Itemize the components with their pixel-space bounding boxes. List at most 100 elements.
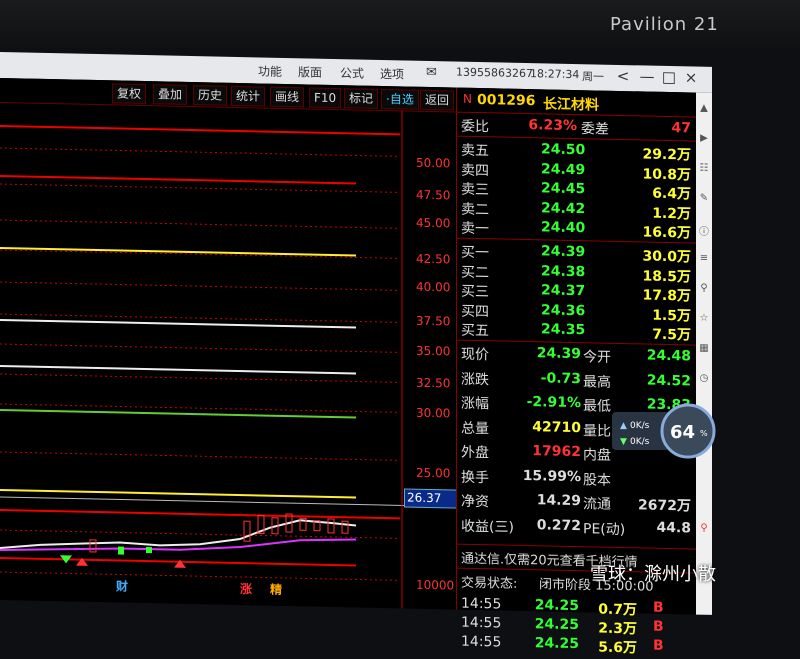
tick-row: 14:55 24.25 5.6万 B (457, 634, 697, 658)
stat-value: 24.39 (536, 345, 581, 363)
arrow-up-icon[interactable]: ▲ (698, 103, 710, 114)
button-draw-line[interactable]: 画线 (270, 86, 305, 108)
tick-side: B (653, 637, 664, 654)
weibi-value: 6.23% (528, 117, 577, 135)
stat-label: 涨幅 (461, 395, 489, 413)
list-icon[interactable]: ≡ (698, 253, 710, 264)
stat-value: 42710 (532, 418, 581, 436)
menu-layout[interactable]: 版面 (298, 63, 322, 81)
star-icon[interactable]: ☆ (698, 313, 710, 324)
stat-value-2: 44.8 (656, 519, 691, 536)
order-price: 24.40 (541, 219, 586, 237)
order-volume: 30.0万 (642, 248, 691, 266)
status-label: 交易状态: (461, 575, 518, 592)
search-icon[interactable]: ⚲ (698, 523, 710, 534)
price-tick: 42.50 (416, 252, 450, 267)
order-price: 24.35 (541, 321, 586, 339)
grid-icon[interactable]: ▦ (698, 343, 710, 354)
stat-value-2: 24.48 (646, 347, 691, 365)
order-label: 卖二 (461, 201, 489, 218)
right-toolstrip: ▲ ▶ ☷ ✎ ⓘ ≡ ⚲ ☆ ▦ ◷ ⚲ (696, 92, 712, 615)
button-history[interactable]: 历史 (193, 85, 228, 106)
stat-value: 0.272 (536, 516, 581, 534)
price-tick: 32.50 (416, 376, 450, 391)
order-volume: 10.8万 (642, 165, 691, 183)
price-axis: 50.00 47.50 45.00 42.50 40.00 37.50 35.0… (416, 156, 454, 593)
volume-tick: 10000 (416, 578, 454, 593)
menu-formula[interactable]: 公式 (340, 64, 364, 82)
ma-line-white-2 (0, 365, 356, 375)
chart-gridlines (0, 125, 400, 581)
stock-name: 长江材料 (543, 96, 599, 114)
tick-time: 14:55 (461, 633, 502, 651)
price-chart[interactable]: 财 涨 精 50.00 47.50 45.00 42.50 40.00 37.5… (0, 102, 456, 610)
candle (89, 539, 97, 553)
button-watchlist[interactable]: ·自选 (381, 88, 419, 110)
monitor-brand: Pavilion 21 (610, 14, 719, 35)
info-icon[interactable]: ⓘ (698, 223, 710, 238)
ma-line-red (0, 175, 356, 185)
close-button[interactable]: × (680, 68, 702, 86)
tool-icon[interactable]: ☷ (698, 163, 710, 174)
gridline (0, 147, 400, 157)
price-tick: 50.00 (416, 156, 450, 171)
stat-value: -0.73 (540, 369, 581, 387)
tick-time: 14:55 (461, 595, 502, 613)
order-volume: 1.5万 (652, 307, 691, 324)
menu-function[interactable]: 功能 (258, 62, 282, 80)
stat-label-2: 最高 (583, 373, 611, 391)
stat-row: 收益(三) 0.272 PE(动) 44.8 (457, 515, 697, 539)
order-label: 买一 (461, 244, 489, 262)
current-price-tag: 26.37 (404, 488, 460, 509)
weibi-label: 委比 (461, 118, 489, 136)
download-arrow-icon: ▼ (620, 437, 627, 447)
order-label: 卖四 (461, 162, 489, 179)
monitor-bezel: Pavilion 21 (0, 0, 800, 48)
maximize-button[interactable]: □ (658, 68, 680, 86)
minimize-button[interactable]: — (636, 67, 658, 85)
gridline (0, 281, 400, 291)
trading-window: 功能 版面 公式 选项 ✉ 13955863267 18:27:34 周一 < … (0, 52, 712, 656)
candle (327, 518, 335, 534)
menu-options[interactable]: 选项 (380, 65, 404, 83)
ma-line-yellow-2 (0, 489, 356, 499)
order-volume: 29.2万 (642, 146, 691, 164)
button-fuquan[interactable]: 复权 (112, 83, 147, 105)
order-label: 买二 (461, 264, 489, 281)
candle (341, 520, 349, 534)
gridline (0, 373, 400, 383)
price-tick: 45.00 (416, 216, 450, 231)
order-volume: 16.6万 (642, 224, 691, 242)
price-tick: 35.00 (416, 344, 450, 359)
order-label: 买五 (461, 322, 489, 340)
back-button[interactable]: < (612, 67, 634, 85)
candle (146, 547, 152, 554)
marker-finance: 财 (115, 578, 128, 593)
button-statistics[interactable]: 统计 (231, 85, 266, 107)
candle (118, 546, 124, 555)
stat-label: 外盘 (461, 444, 489, 462)
arrow-right-icon[interactable]: ▶ (698, 133, 710, 144)
order-price: 24.42 (541, 199, 586, 217)
stat-value: 17962 (532, 443, 581, 461)
price-tick: 47.50 (416, 188, 450, 203)
network-speed-widget[interactable]: ▲ 0K/s ▼ 0K/s 64 % (612, 402, 718, 460)
ma-line-yellow (0, 247, 356, 257)
usage-percent: 64 (670, 422, 695, 443)
gridline (0, 183, 400, 193)
button-mark[interactable]: 标记 (344, 88, 379, 109)
clock: 18:27:34 (530, 67, 580, 82)
order-volume: 18.5万 (642, 267, 691, 285)
button-overlay[interactable]: 叠加 (153, 84, 188, 105)
pin-icon[interactable]: ⚲ (698, 283, 710, 294)
clock-icon[interactable]: ◷ (698, 373, 710, 384)
mail-icon[interactable]: ✉ (426, 65, 437, 80)
order-price: 24.50 (541, 141, 586, 159)
order-label: 买四 (461, 303, 489, 320)
button-f10[interactable]: F10 (309, 87, 342, 109)
note-icon[interactable]: ✎ (698, 193, 710, 204)
price-tick: 40.00 (416, 280, 450, 295)
stat-label-2: 股本 (583, 471, 611, 489)
tick-side: B (653, 599, 664, 616)
button-return[interactable]: 返回 (420, 89, 455, 111)
